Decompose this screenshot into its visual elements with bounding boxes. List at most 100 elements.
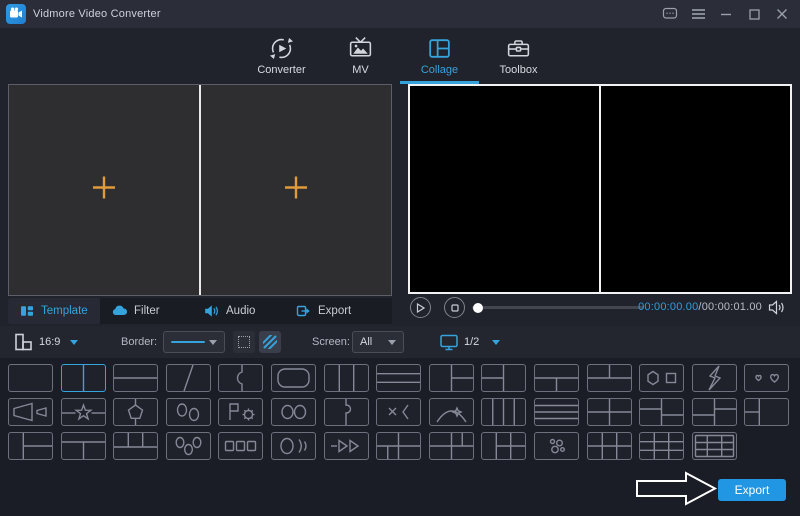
template-top-two-bottom-one[interactable] (586, 364, 632, 392)
template-lightning-split[interactable] (691, 364, 737, 392)
template-grid-2x2-offset-a[interactable] (639, 398, 685, 426)
template-two-hearts[interactable] (744, 364, 790, 392)
template-two-ovals[interactable] (165, 398, 211, 426)
template-top-three-bottom-one[interactable] (113, 432, 159, 460)
template-three-columns[interactable] (323, 364, 369, 392)
converter-icon (268, 33, 295, 63)
play-button[interactable] (410, 297, 431, 318)
player-controls: 00:00:00.00/00:00:01.00 (408, 294, 792, 322)
template-grid-mixed-a[interactable] (376, 432, 422, 460)
template-cross-bracket[interactable] (376, 398, 422, 426)
stop-button[interactable] (444, 297, 465, 318)
border-style-dropdown[interactable] (163, 331, 225, 353)
page-caret-icon[interactable] (492, 326, 500, 358)
collage-icon (426, 33, 453, 63)
template-scatter-dots[interactable] (533, 432, 579, 460)
tab-filter[interactable]: Filter (100, 298, 192, 324)
app-title: Vidmore Video Converter (33, 8, 161, 20)
template-three-squares[interactable] (218, 432, 264, 460)
template-pentagon-split[interactable] (113, 398, 159, 426)
template-grid-mixed-b[interactable] (428, 432, 474, 460)
tab-converter[interactable]: Converter (242, 28, 321, 84)
close-icon[interactable] (774, 6, 790, 22)
tab-converter-label: Converter (257, 64, 306, 76)
mv-icon (347, 33, 374, 63)
template-flag-gear[interactable] (218, 398, 264, 426)
template-row-3 (8, 432, 792, 460)
export-button[interactable]: Export (718, 479, 786, 501)
maximize-icon[interactable] (746, 6, 762, 22)
template-grid-2x2[interactable] (586, 398, 632, 426)
tab-toolbox[interactable]: Toolbox (479, 28, 558, 84)
border-color-button[interactable] (259, 331, 281, 353)
total-time: 00:00:01.00 (701, 301, 762, 313)
menu-icon[interactable] (690, 6, 706, 22)
tab-template-label: Template (41, 305, 88, 317)
panel-tab-bar: Template Filter Audio Export (8, 298, 392, 324)
tab-collage[interactable]: Collage (400, 28, 479, 84)
template-grid (0, 358, 800, 516)
current-time: 00:00:00.00 (638, 301, 699, 313)
seek-slider[interactable] (472, 302, 644, 313)
template-grid-2x3[interactable] (586, 432, 632, 460)
hatch-icon (263, 335, 277, 349)
add-video-plus-icon[interactable] (89, 173, 119, 208)
template-grid-2x2-offset-b[interactable] (691, 398, 737, 426)
template-three-ovals[interactable] (165, 432, 211, 460)
title-bar: Vidmore Video Converter (0, 0, 800, 28)
template-top-row-bottom-two[interactable] (60, 432, 106, 460)
editor-cell-1[interactable] (9, 85, 199, 295)
template-narrow-left-right-two[interactable] (8, 432, 53, 460)
border-label: Border: (121, 336, 158, 348)
aspect-ratio-value[interactable]: 16:9 (39, 326, 60, 358)
add-video-plus-icon[interactable] (281, 173, 311, 208)
aspect-ratio-caret-icon[interactable] (70, 326, 78, 358)
template-left-column-split[interactable] (744, 398, 790, 426)
template-grid-3x3[interactable] (639, 432, 685, 460)
tab-export-label: Export (318, 305, 352, 317)
template-left-two-right-one[interactable] (481, 364, 527, 392)
template-left-one-right-two[interactable] (428, 364, 474, 392)
volume-icon[interactable] (768, 300, 786, 320)
template-three-rows[interactable] (376, 364, 422, 392)
screen-value: All (360, 336, 373, 348)
template-grid-3x3-framed[interactable] (691, 432, 737, 460)
minimize-icon[interactable] (718, 6, 734, 22)
screen-dropdown[interactable]: All (352, 331, 404, 353)
template-two-rows[interactable] (113, 364, 159, 392)
feedback-icon[interactable] (662, 6, 678, 22)
template-two-circles[interactable] (270, 398, 316, 426)
border-dashed-button[interactable] (233, 331, 255, 353)
preview-cell-2 (599, 86, 790, 292)
tab-audio[interactable]: Audio (192, 298, 284, 324)
template-four-columns[interactable] (481, 398, 527, 426)
template-single[interactable] (8, 364, 53, 392)
tab-export[interactable]: Export (284, 298, 376, 324)
template-two-columns[interactable] (60, 364, 106, 392)
template-rounded-inset[interactable] (270, 364, 316, 392)
template-top-one-bottom-two[interactable] (533, 364, 579, 392)
audio-icon (205, 305, 218, 317)
template-grid-mixed-c[interactable] (481, 432, 527, 460)
template-hexagon-square[interactable] (639, 364, 685, 392)
editor-cell-2[interactable] (199, 85, 391, 295)
tab-template[interactable]: Template (8, 298, 100, 324)
template-star-split[interactable] (60, 398, 106, 426)
template-curve-split[interactable] (218, 364, 264, 392)
aspect-ratio-icon (13, 326, 33, 358)
template-diagonal-split[interactable] (165, 364, 211, 392)
template-double-arrows[interactable] (323, 432, 369, 460)
template-puzzle-split[interactable] (323, 398, 369, 426)
template-oval-arcs[interactable] (270, 432, 316, 460)
export-icon (296, 305, 310, 317)
template-arc-sparkle[interactable] (428, 398, 474, 426)
template-megaphone[interactable] (8, 398, 53, 426)
tab-mv[interactable]: MV (321, 28, 400, 84)
template-icon (21, 306, 33, 316)
seek-slider-thumb[interactable] (473, 302, 484, 313)
tab-toolbox-label: Toolbox (499, 64, 538, 76)
template-row-2 (8, 398, 792, 426)
page-indicator: 1/2 (464, 336, 480, 348)
template-row-1 (8, 364, 792, 392)
template-four-rows[interactable] (533, 398, 579, 426)
